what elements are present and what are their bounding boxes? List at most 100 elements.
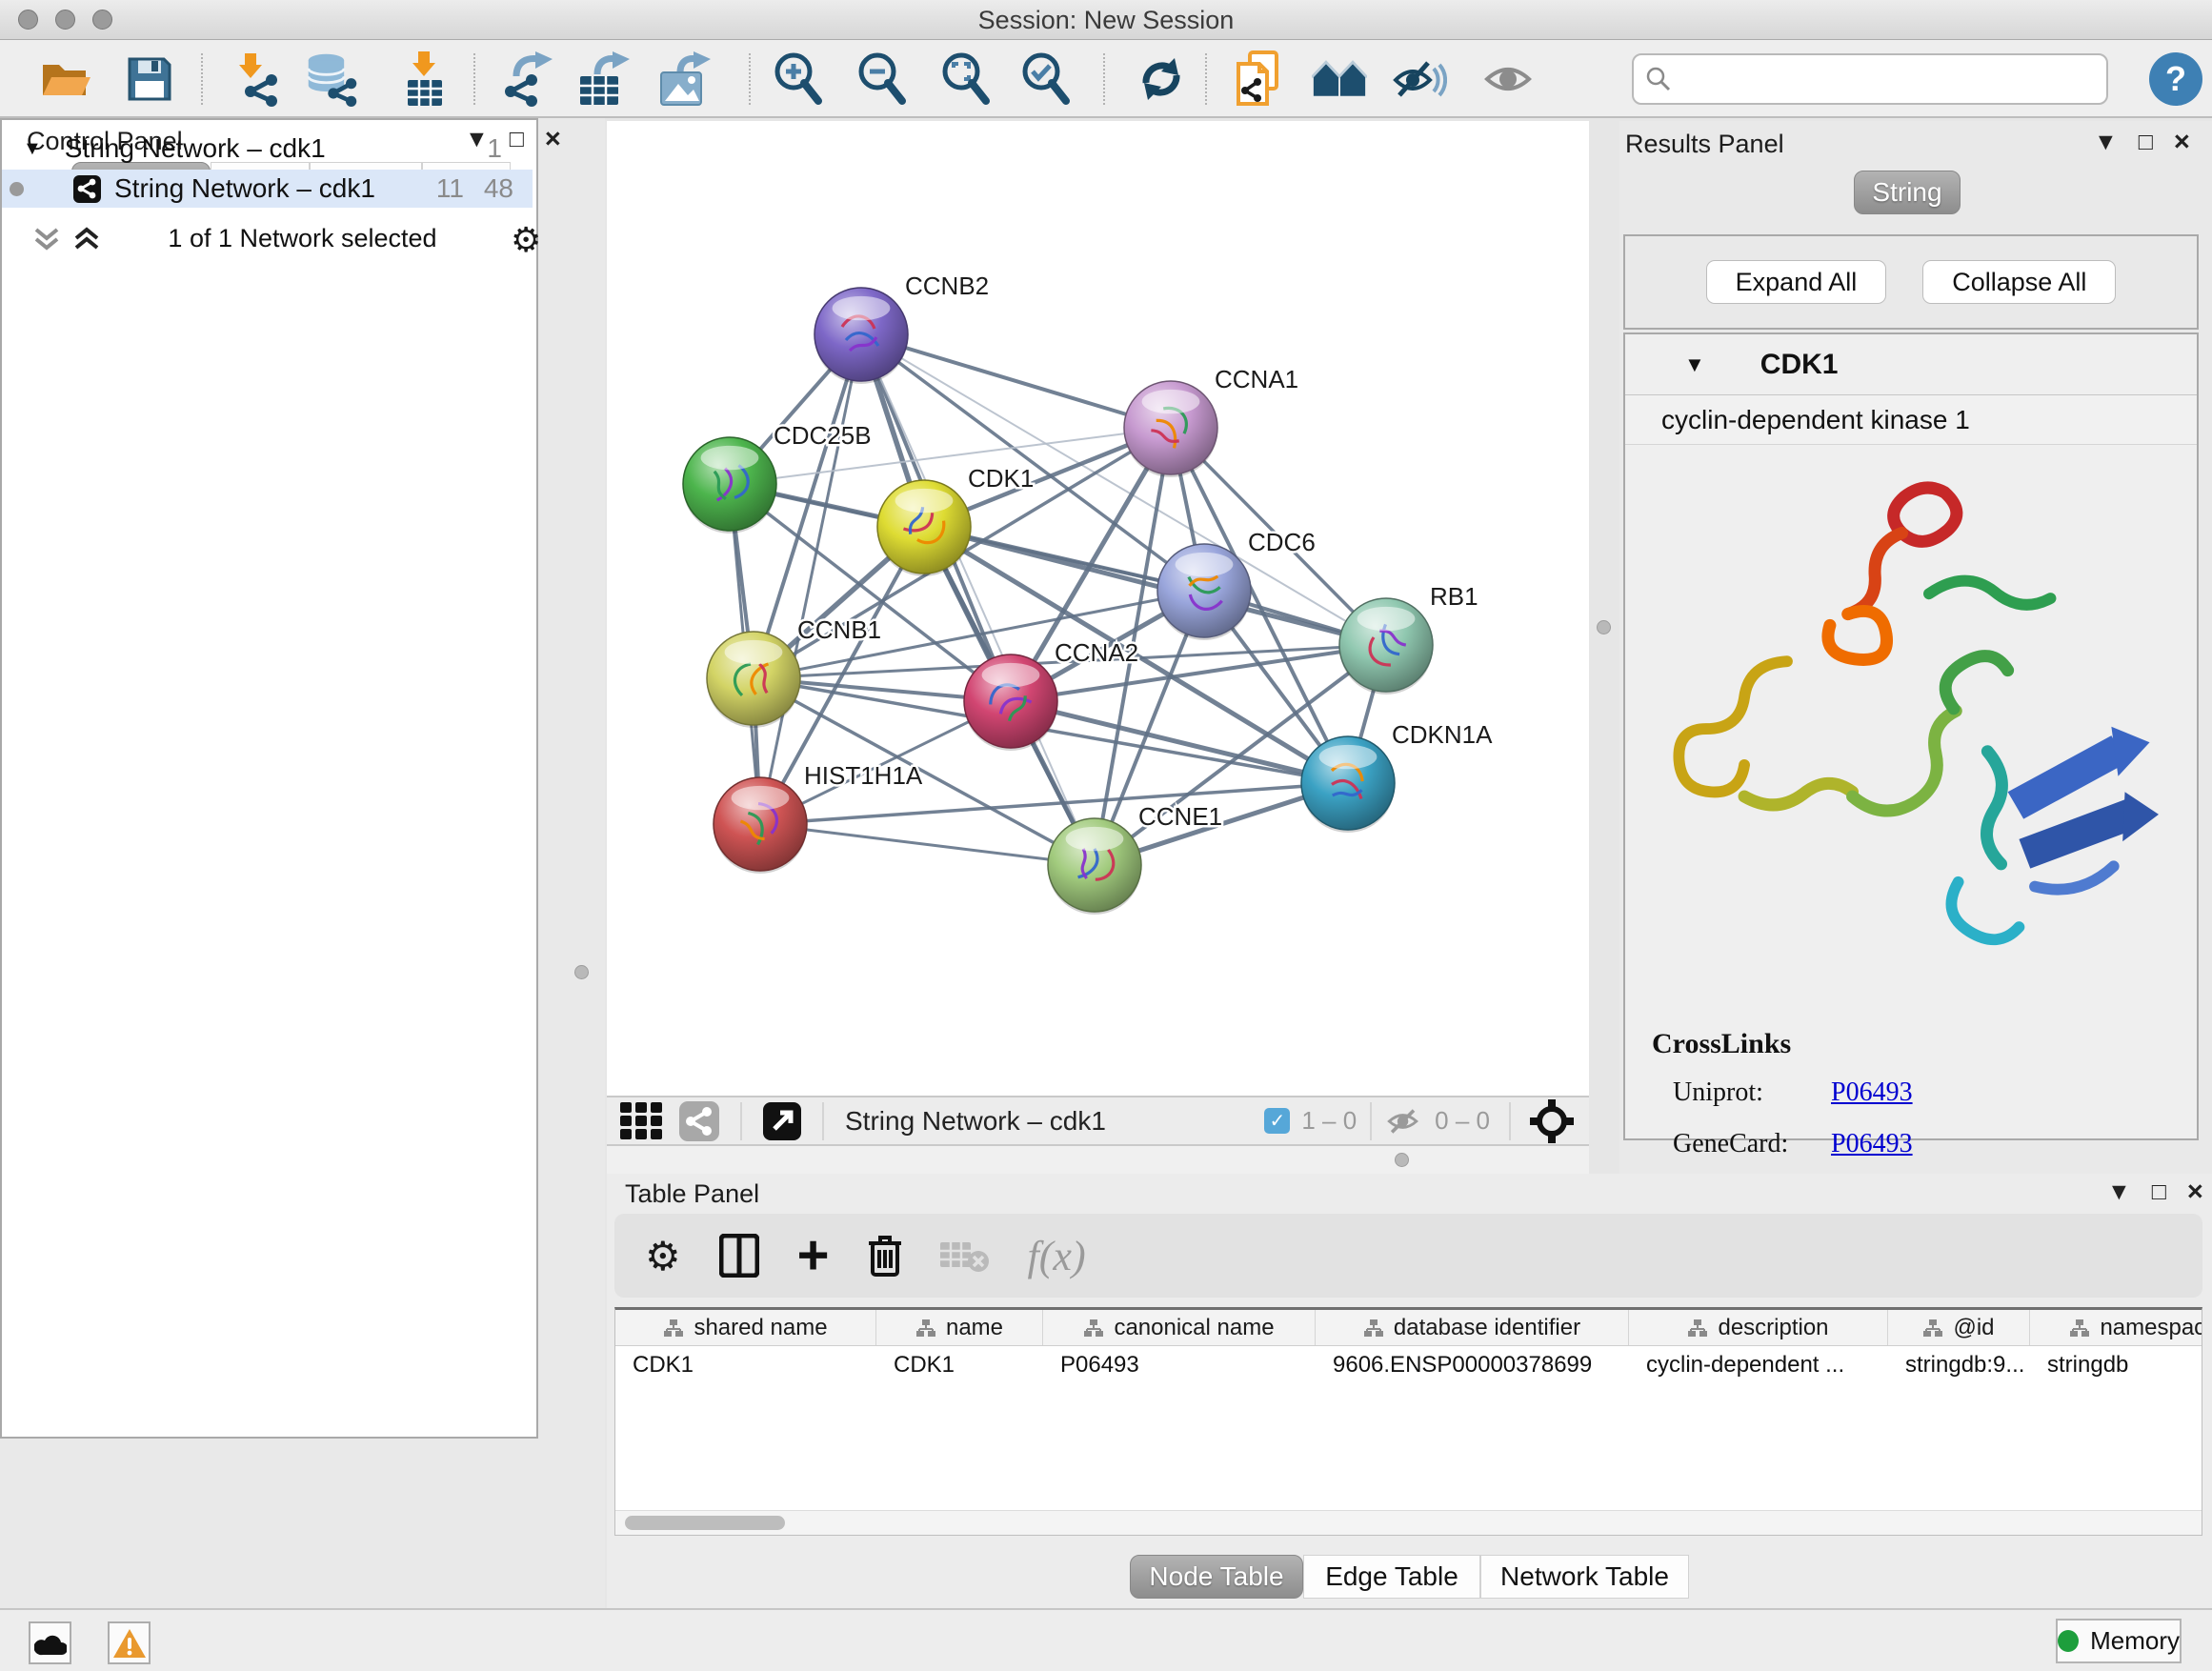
results-panel-float-icon[interactable]: □ (2139, 130, 2153, 154)
node-table[interactable]: shared name namecanonical namedatabase id… (614, 1307, 2202, 1536)
crosslink-genecard-link[interactable]: P06493 (1831, 1129, 1913, 1159)
column-header-label: shared name (694, 1315, 827, 1341)
collapse-all-button[interactable]: Collapse All (1922, 260, 2116, 304)
column-header-database-identifier[interactable]: database identifier (1316, 1310, 1629, 1345)
zoom-out-button[interactable] (854, 51, 909, 107)
column-header-namespace[interactable]: namespace (2030, 1310, 2202, 1345)
export-network-button[interactable] (499, 51, 554, 107)
cell-description[interactable]: cyclin-dependent ... (1629, 1346, 1888, 1384)
network-options-gear-icon[interactable]: ⚙ (511, 220, 541, 260)
left-splitter-handle[interactable] (574, 965, 589, 979)
hide-selected-button[interactable] (1392, 51, 1447, 107)
edge-ccnb2-ccna1[interactable] (861, 334, 1171, 428)
collection-expand-triangle-icon[interactable]: ▼ (23, 138, 42, 160)
node-cdk1[interactable] (877, 480, 971, 576)
results-panel-close-icon[interactable]: × (2174, 130, 2190, 154)
import-table-from-file-button[interactable] (396, 51, 452, 107)
memory-button[interactable]: Memory (2056, 1619, 2182, 1663)
tab-network-table[interactable]: Network Table (1480, 1555, 1689, 1599)
column-header-shared-name[interactable]: shared name (615, 1310, 876, 1345)
export-table-icon (576, 51, 630, 107)
column-header-description[interactable]: description (1629, 1310, 1888, 1345)
delete-column-trash-icon[interactable] (868, 1234, 902, 1278)
copy-network-icon (1235, 50, 1284, 108)
export-table-button[interactable] (575, 51, 631, 107)
memory-label: Memory (2090, 1626, 2180, 1656)
zoom-in-button[interactable] (770, 51, 825, 107)
birds-eye-toggle-icon[interactable] (1530, 1099, 1574, 1143)
network-canvas[interactable]: CCNB2CCNA1CDC25BCDK1CDC6RB1CCNB1CCNA2CDK… (607, 121, 1589, 1096)
import-network-from-database-button[interactable] (305, 51, 360, 107)
save-session-button[interactable] (122, 51, 177, 107)
table-options-gear-icon[interactable]: ⚙ (645, 1233, 681, 1279)
edge-hist1h1a-ccne1[interactable] (760, 824, 1095, 865)
table-panel-float-icon[interactable]: □ (2152, 1179, 2166, 1204)
results-panel-collapse-icon[interactable]: ▼ (2094, 130, 2118, 154)
network-graph[interactable]: CCNB2CCNA1CDC25BCDK1CDC6RB1CCNB1CCNA2CDK… (607, 121, 1589, 1096)
refresh-button[interactable] (1134, 51, 1189, 107)
section-expand-triangle-icon[interactable]: ▼ (1684, 352, 1705, 377)
node-ccna1[interactable] (1124, 381, 1217, 477)
column-header-canonical-name[interactable]: canonical name (1043, 1310, 1316, 1345)
node-section-header[interactable]: ▼ CDK1 (1625, 334, 2197, 395)
horizontal-scrollbar[interactable] (615, 1510, 2202, 1535)
help-button[interactable]: ? (2149, 52, 2202, 106)
cell-database-identifier[interactable]: 9606.ENSP00000378699 (1316, 1346, 1629, 1384)
table-panel-collapse-icon[interactable]: ▼ (2107, 1179, 2131, 1204)
table-row[interactable]: CDK1CDK1P064939606.ENSP00000378699cyclin… (615, 1346, 2202, 1384)
add-column-icon[interactable]: + (797, 1237, 830, 1275)
node-rb1[interactable] (1339, 598, 1433, 695)
scrollbar-thumb[interactable] (625, 1516, 785, 1530)
expand-all-button[interactable]: Expand All (1706, 260, 1887, 304)
table-panel-title: Table Panel (625, 1179, 759, 1209)
edge-ccnb2-hist1h1a[interactable] (760, 334, 861, 824)
grid-view-icon[interactable] (620, 1102, 664, 1140)
node-cdc6[interactable] (1157, 544, 1251, 640)
column-header--id[interactable]: @id (1888, 1310, 2030, 1345)
zoom-selected-button[interactable] (1017, 51, 1073, 107)
node-cdc25b[interactable] (683, 437, 776, 534)
layout-button[interactable] (1312, 51, 1367, 107)
node-hist1h1a[interactable] (714, 777, 807, 874)
node-cdkn1a[interactable] (1301, 736, 1395, 833)
selected-checkbox-icon[interactable]: ✓ (1264, 1108, 1290, 1134)
tab-string[interactable]: String (1854, 171, 1961, 214)
node-label-hist1h1a: HIST1H1A (804, 761, 923, 790)
bottom-splitter-handle[interactable] (1395, 1153, 1409, 1167)
cell-name[interactable]: CDK1 (876, 1346, 1043, 1384)
column-type-icon (1687, 1319, 1708, 1338)
cloud-status-button[interactable] (29, 1621, 71, 1664)
cell-shared-name[interactable]: CDK1 (615, 1346, 876, 1384)
open-session-button[interactable] (38, 51, 93, 107)
control-panel-close-icon[interactable]: × (545, 127, 561, 151)
show-all-button[interactable] (1482, 51, 1538, 107)
node-ccnb2[interactable] (814, 288, 908, 384)
node-ccna2[interactable] (964, 654, 1057, 751)
import-network-from-file-button[interactable] (229, 51, 284, 107)
right-splitter-handle[interactable] (1597, 620, 1611, 634)
cell--id[interactable]: stringdb:9... (1888, 1346, 2030, 1384)
show-columns-icon[interactable] (719, 1234, 759, 1278)
network-row[interactable]: String Network – cdk1 11 48 (2, 170, 533, 208)
column-header-name[interactable]: name (876, 1310, 1043, 1345)
cell-namespace[interactable]: stringdb (2030, 1346, 2202, 1384)
node-ccne1[interactable] (1048, 818, 1141, 915)
fit-content-button[interactable] (937, 51, 993, 107)
new-network-from-selection-button[interactable] (1232, 51, 1287, 107)
current-network-name: String Network – cdk1 (845, 1106, 1106, 1137)
open-in-window-icon[interactable] (763, 1102, 801, 1140)
search-input[interactable] (1679, 65, 2089, 94)
network-view-share-icon[interactable] (679, 1101, 719, 1141)
export-image-button[interactable] (657, 51, 713, 107)
cell-canonical-name[interactable]: P06493 (1043, 1346, 1316, 1384)
search-field[interactable] (1632, 53, 2108, 105)
tab-edge-table[interactable]: Edge Table (1303, 1555, 1480, 1599)
network-collection-row[interactable]: ▼ String Network – cdk1 1 (2, 130, 533, 168)
table-panel-close-icon[interactable]: × (2187, 1179, 2203, 1204)
crosslink-uniprot-link[interactable]: P06493 (1831, 1077, 1913, 1108)
tab-node-table[interactable]: Node Table (1130, 1555, 1303, 1599)
edge-cdk1-rb1[interactable] (924, 527, 1386, 645)
crosslink-row: Uniprot:P06493 (1652, 1077, 2174, 1108)
node-ccnb1[interactable] (707, 632, 800, 728)
warnings-button[interactable] (108, 1621, 151, 1664)
